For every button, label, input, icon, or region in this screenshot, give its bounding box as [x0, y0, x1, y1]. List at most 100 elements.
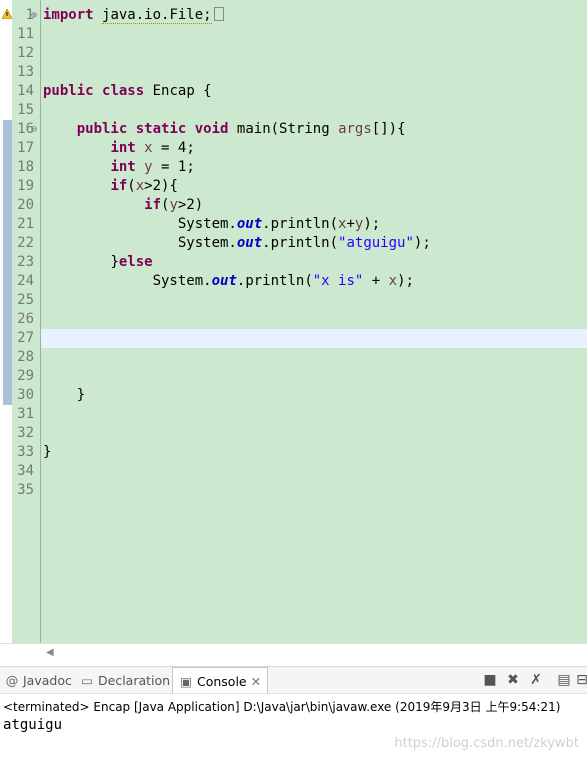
tab-console[interactable]: ▣ Console ✕ [172, 667, 269, 695]
tab-declaration[interactable]: ▭ Declaration [80, 669, 170, 693]
static-field: out [236, 235, 263, 251]
line-number: 21 [17, 216, 34, 232]
code-line[interactable]: if(y>2) [43, 196, 203, 215]
remove-launch-icon[interactable]: ✖ [505, 672, 521, 688]
tab-label: Javadoc [23, 673, 72, 688]
code-text: .println( [236, 273, 313, 289]
variable: x [388, 273, 398, 289]
clear-console-icon[interactable]: ▤ [556, 672, 572, 688]
close-tab-icon[interactable]: ✕ [251, 674, 261, 689]
stop-icon[interactable]: ■ [482, 672, 498, 688]
scroll-left-arrow-icon[interactable]: ◀ [46, 647, 54, 658]
code-text: } [76, 387, 86, 403]
console-view[interactable]: <terminated> Encap [Java Application] D:… [0, 693, 587, 764]
code-text: + [363, 273, 389, 289]
line-number: 35 [17, 482, 34, 498]
keyword: public [76, 121, 128, 137]
tab-label: Declaration [98, 673, 171, 688]
code-line[interactable]: System.out.println(x+y); [43, 215, 380, 234]
folded-imports-box[interactable] [213, 7, 224, 21]
watermark: https://blog.csdn.net/zkywbt [394, 736, 579, 751]
code-text: } [110, 254, 119, 270]
code-line[interactable]: public static void main(String args[]){ [43, 120, 406, 139]
code-line[interactable]: }else [43, 253, 153, 272]
line-number: 18 [17, 159, 34, 175]
line-number: 19 [17, 178, 34, 194]
console-output: atguigu [3, 717, 63, 733]
console-icon: ▣ [180, 674, 192, 689]
code-line[interactable]: if(x>2){ [43, 177, 178, 196]
scroll-lock-icon[interactable]: ⊟ [574, 672, 587, 688]
code-text: ); [413, 235, 431, 251]
code-line[interactable]: } [43, 443, 51, 462]
line-number: 31 [17, 406, 34, 422]
code-text: >2) [177, 197, 204, 213]
line-number: 22 [17, 235, 34, 251]
keyword: if [110, 178, 128, 194]
line-number: 26 [17, 311, 34, 327]
keyword: int [110, 159, 136, 175]
change-indicator-bar [3, 120, 12, 405]
variable: x [144, 140, 153, 156]
current-line-highlight [41, 329, 587, 348]
class-name: Encap { [152, 83, 212, 99]
code-text: ); [363, 216, 381, 232]
code-text: .println( [262, 235, 339, 251]
string-literal: "x is" [312, 273, 364, 289]
variable: x [135, 178, 145, 194]
line-number-ruler-divider [40, 0, 41, 643]
code-line[interactable]: int y = 1; [43, 158, 195, 177]
code-text: System. [177, 216, 237, 232]
line-number: 15 [17, 102, 34, 118]
line-number: 17 [17, 140, 34, 156]
keyword: if [144, 197, 162, 213]
code-line[interactable]: import java.io.File; [43, 6, 224, 25]
code-line[interactable]: System.out.println("atguigu"); [43, 234, 431, 253]
line-number: 14 [17, 83, 34, 99]
keyword: class [102, 83, 145, 99]
code-line[interactable]: } [43, 386, 85, 405]
code-text: = 1; [161, 159, 195, 175]
horizontal-scrollbar[interactable]: ◀ [0, 643, 587, 661]
line-number: 13 [17, 64, 34, 80]
remove-all-terminated-icon[interactable]: ✗ [528, 672, 544, 688]
string-literal: "atguigu" [338, 235, 414, 251]
line-number: 32 [17, 425, 34, 441]
code-line[interactable]: public class Encap { [43, 82, 212, 101]
declaration-icon: ▭ [81, 673, 93, 688]
variable: args [338, 121, 372, 137]
variable: y [169, 197, 178, 213]
line-number: 11 [17, 26, 34, 42]
code-text: + [346, 216, 355, 232]
keyword: public [43, 83, 94, 99]
variable: y [144, 159, 153, 175]
line-number: 34 [17, 463, 34, 479]
code-text: ); [397, 273, 414, 289]
line-number: 25 [17, 292, 34, 308]
code-text: System. [152, 273, 212, 289]
code-editor[interactable]: ⊕ ⊖ 1 11 12 13 14 15 16 17 18 19 20 21 2… [0, 0, 587, 643]
line-number: 12 [17, 45, 34, 61]
warning-icon[interactable] [2, 9, 12, 19]
code-text: ( [127, 178, 136, 194]
keyword: else [118, 254, 153, 270]
code-text: } [43, 444, 52, 460]
static-field: out [236, 216, 263, 232]
import-statement: java.io.File; [102, 7, 212, 24]
keyword: import [43, 7, 94, 23]
code-text: .println( [262, 216, 339, 232]
line-number: 33 [17, 444, 34, 460]
tab-label: Console [197, 674, 247, 689]
line-number: 28 [17, 349, 34, 365]
keyword: void [194, 121, 229, 137]
code-text: >2){ [144, 178, 178, 194]
code-line[interactable]: System.out.println("x is" + x); [43, 272, 414, 291]
code-line[interactable]: int x = 4; [43, 139, 194, 158]
line-number: 29 [17, 368, 34, 384]
line-number: 24 [17, 273, 34, 289]
line-number: 16 [17, 121, 34, 137]
code-text: main(String [236, 121, 330, 137]
line-number: 27 [17, 330, 34, 346]
line-number: 23 [17, 254, 34, 270]
tab-javadoc[interactable]: @ Javadoc [5, 669, 72, 693]
